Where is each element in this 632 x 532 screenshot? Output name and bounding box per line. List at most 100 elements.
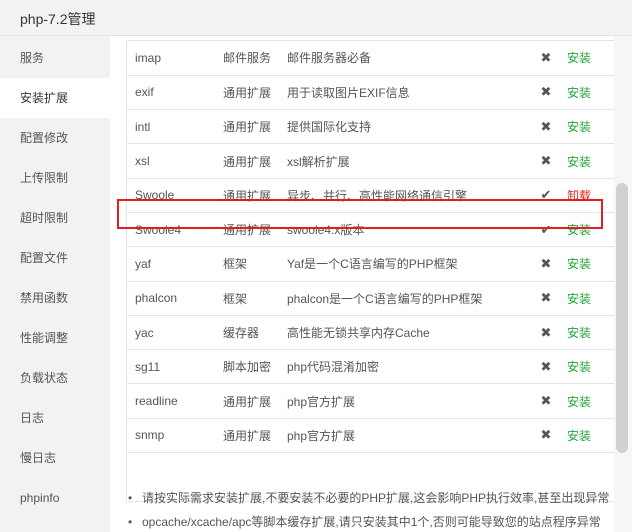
action-cell: 安装 [565,143,615,179]
install-link[interactable]: 安装 [567,429,591,443]
install-link[interactable]: 安装 [567,223,591,237]
extension-name: Swoole4 [127,212,223,248]
table-row: snmp 通用扩展 php官方扩展 ✖ 安装 [127,418,615,454]
action-cell: 安装 [565,418,615,454]
note-item: • opcache/xcache/apc等脚本缓存扩展,请只安装其中1个,否则可… [126,514,616,532]
install-link[interactable]: 安装 [567,395,591,409]
table-row: Swoole4 通用扩展 swoole4.x版本 ✔ 安装 [127,212,615,248]
main-content: imap 邮件服务 邮件服务器必备 ✖ 安装 exif 通用扩展 用于读取图片EXIF信息 ✖ 安… [110,36,632,532]
cross-icon: ✖ [527,383,565,419]
table-row: yac 缓存器 高性能无锁共享内存Cache ✖ 安装 [127,315,615,351]
scrollbar-thumb[interactable] [616,183,628,453]
extension-description: php代码混淆加密 [287,349,527,385]
table-row: yaf 框架 Yaf是一个C语言编写的PHP框架 ✖ 安装 [127,246,615,282]
extension-name: imap [127,41,223,76]
extension-description: php官方扩展 [287,418,527,454]
extension-description: 提供国际化支持 [287,109,527,145]
table-row: intl 通用扩展 提供国际化支持 ✖ 安装 [127,109,615,145]
sidebar-item[interactable]: 负载状态 [0,358,110,398]
cross-icon: ✖ [527,143,565,179]
extension-name: snmp [127,418,223,454]
extension-description: Yaf是一个C语言编写的PHP框架 [287,246,527,282]
action-cell: 安装 [565,281,615,316]
sidebar-item[interactable]: 服务 [0,38,110,78]
extension-type: 通用扩展 [223,212,287,248]
table-row: exif 通用扩展 用于读取图片EXIF信息 ✖ 安装 [127,75,615,111]
sidebar-item[interactable]: 超时限制 [0,198,110,238]
action-cell: 安装 [565,315,615,351]
install-link[interactable]: 安装 [567,120,591,134]
extension-name: readline [127,383,223,419]
uninstall-link[interactable]: 卸载 [567,189,591,203]
sidebar-item[interactable]: 配置文件 [0,238,110,278]
extensions-table: imap 邮件服务 邮件服务器必备 ✖ 安装 exif 通用扩展 用于读取图片EXIF信息 ✖ 安… [126,40,616,502]
note-item: • 请按实际需求安装扩展,不要安装不必要的PHP扩展,这会影响PHP执行效率,甚… [126,490,616,514]
action-cell: 安装 [565,75,615,111]
extension-name: Swoole [127,178,223,213]
extension-type: 缓存器 [223,315,287,351]
extension-name: exif [127,75,223,111]
sidebar-item[interactable]: phpinfo [0,478,110,518]
install-link[interactable]: 安装 [567,155,591,169]
extension-description: 邮件服务器必备 [287,41,527,76]
sidebar-item[interactable]: 日志 [0,398,110,438]
table-row: xsl 通用扩展 xsl解析扩展 ✖ 安装 [127,143,615,179]
extension-description: 高性能无锁共享内存Cache [287,315,527,351]
install-link[interactable]: 安装 [567,86,591,100]
table-row: Swoole 通用扩展 异步、并行、高性能网络通信引擎 ✔ 卸载 [127,178,615,213]
extension-description: 异步、并行、高性能网络通信引擎 [287,178,527,213]
action-cell: 安装 [565,246,615,282]
extension-type: 框架 [223,246,287,282]
extension-name: yaf [127,246,223,282]
install-link[interactable]: 安装 [567,326,591,340]
install-link[interactable]: 安装 [567,360,591,374]
extension-name: sg11 [127,349,223,385]
check-icon: ✔ [527,212,565,248]
table-row: imap 邮件服务 邮件服务器必备 ✖ 安装 [127,41,615,76]
cross-icon: ✖ [527,246,565,282]
install-link[interactable]: 安装 [567,51,591,65]
action-cell: 安装 [565,41,615,76]
cross-icon: ✖ [527,349,565,385]
bullet-icon: • [128,515,133,529]
extension-type: 通用扩展 [223,383,287,419]
install-link[interactable]: 安装 [567,292,591,306]
action-cell: 安装 [565,383,615,419]
action-cell: 安装 [565,349,615,385]
sidebar-item[interactable]: 上传限制 [0,158,110,198]
action-cell: 安装 [565,109,615,145]
install-link[interactable]: 安装 [567,257,591,271]
extension-type: 框架 [223,281,287,316]
bullet-icon: • [128,491,133,505]
sidebar-item[interactable]: 安装扩展 [0,78,110,118]
note-text: 请按实际需求安装扩展,不要安装不必要的PHP扩展,这会影响PHP执行效率,甚至出… [142,491,610,505]
action-cell: 卸载 [565,178,615,213]
extension-type: 通用扩展 [223,178,287,213]
extension-type: 邮件服务 [223,41,287,76]
window-titlebar: php-7.2管理 [0,0,632,36]
sidebar-item[interactable]: 配置修改 [0,118,110,158]
sidebar-item[interactable]: 性能调整 [0,318,110,358]
sidebar: 服务 安装扩展 配置修改 上传限制 超时限制 配置文件 禁用函数 性能调整 负载状态 日志 慢日志 p… [0,36,110,532]
extension-type: 通用扩展 [223,143,287,179]
sidebar-item[interactable]: 禁用函数 [0,278,110,318]
sidebar-item[interactable]: 慢日志 [0,438,110,478]
extension-type: 通用扩展 [223,109,287,145]
extensions-table-body: imap 邮件服务 邮件服务器必备 ✖ 安装 exif 通用扩展 用于读取图片EXIF信息 ✖ 安… [127,41,615,454]
cross-icon: ✖ [527,109,565,145]
extension-type: 通用扩展 [223,75,287,111]
cross-icon: ✖ [527,315,565,351]
note-text: opcache/xcache/apc等脚本缓存扩展,请只安装其中1个,否则可能导… [142,515,601,529]
extension-description: phalcon是一个C语言编写的PHP框架 [287,281,527,316]
extension-name: xsl [127,143,223,179]
cross-icon: ✖ [527,41,565,76]
extension-description: 用于读取图片EXIF信息 [287,75,527,111]
extension-description: php官方扩展 [287,383,527,419]
notes-list: • 请按实际需求安装扩展,不要安装不必要的PHP扩展,这会影响PHP执行效率,甚… [126,490,616,532]
table-row: readline 通用扩展 php官方扩展 ✖ 安装 [127,383,615,419]
cross-icon: ✖ [527,281,565,316]
action-cell: 安装 [565,212,615,248]
check-icon: ✔ [527,178,565,213]
cross-icon: ✖ [527,418,565,454]
extension-type: 通用扩展 [223,418,287,454]
